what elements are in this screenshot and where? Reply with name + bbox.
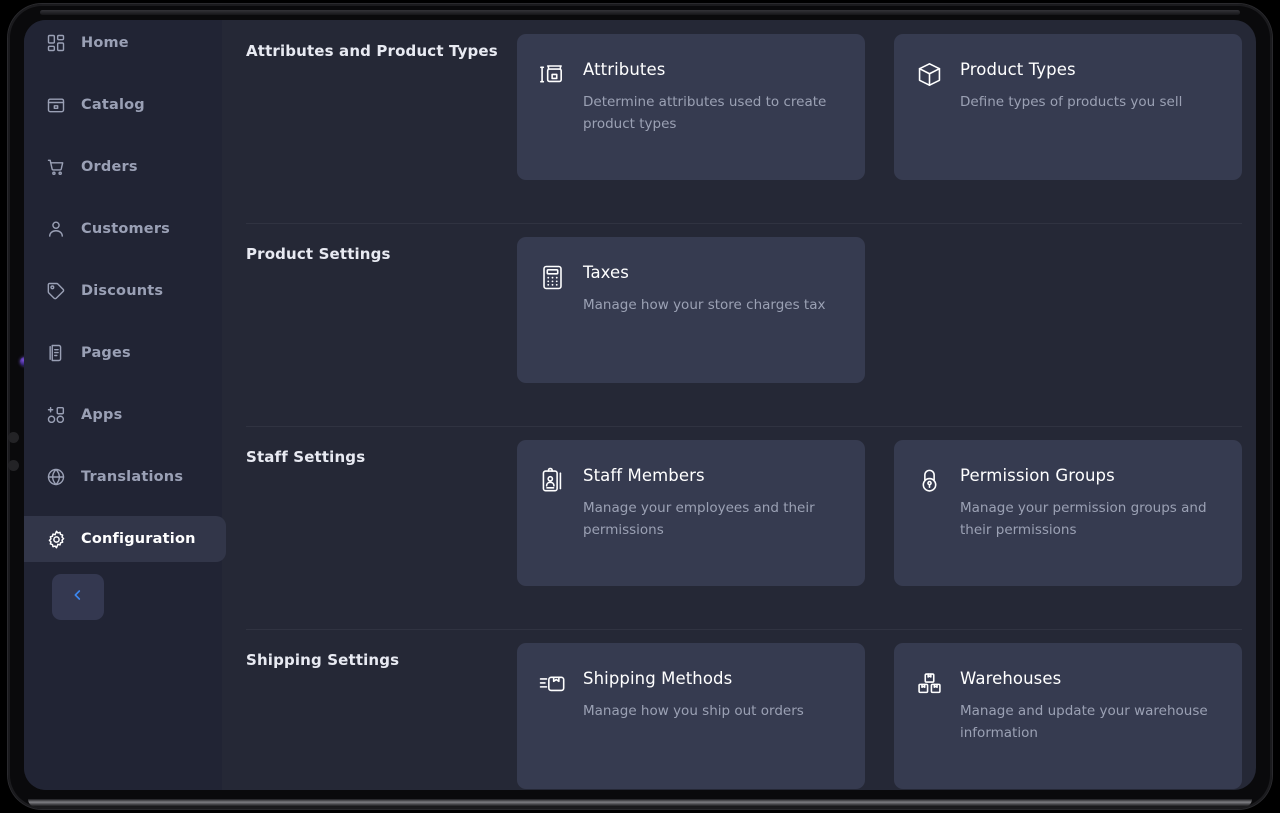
cube-icon [916,61,944,89]
sidebar-item-label: Customers [81,221,171,237]
sidebar-item-label: Orders [81,159,138,175]
settings-card-body: Staff Members Manage your employees and t… [583,466,841,560]
sidebar-item-label: Translations [81,469,184,485]
section-title: Shipping Settings [246,651,400,669]
settings-card-description: Manage how your store charges tax [583,297,826,313]
globe-icon [45,466,67,488]
settings-card-body: Permission Groups Manage your permission … [960,466,1218,560]
settings-card-body: Attributes Determine attributes used to c… [583,60,841,154]
settings-card-shipping-methods[interactable]: Shipping Methods Manage how you ship out … [517,643,865,789]
settings-section: Product Settings Taxes Manage how your st… [222,223,1256,426]
settings-section: Staff Settings Staff Members Manage your … [222,426,1256,629]
settings-section: Shipping Settings Shipping Methods Manage… [222,629,1256,790]
settings-card-title: Staff Members [583,466,705,485]
settings-card-body: Shipping Methods Manage how you ship out … [583,669,841,763]
settings-card-title: Shipping Methods [583,669,733,688]
sidebar-collapse-button[interactable] [52,574,104,620]
tag-icon [45,280,67,302]
section-title: Product Settings [246,245,391,263]
chevron-left-icon [70,587,86,607]
sidebar-item-label: Pages [81,345,131,361]
person-icon [45,218,67,240]
settings-card-body: Warehouses Manage and update your warehou… [960,669,1218,763]
settings-card-body: Product Types Define types of products yo… [960,60,1218,154]
settings-card-grid: Staff Members Manage your employees and t… [517,426,1242,600]
settings-card-description: Manage your employees and their permissi… [583,500,815,538]
attributes-icon [539,61,567,89]
sidebar: Home Catalog Orders Customers Discounts … [24,20,226,790]
gear-icon [45,528,67,550]
sidebar-item-label: Apps [81,407,123,423]
bezel-top-highlight [40,10,1240,15]
dashboard-icon [45,32,67,54]
device-side-button-up[interactable] [8,432,19,443]
catalog-box-icon [45,94,67,116]
padlock-icon [916,467,944,495]
settings-card-title: Permission Groups [960,466,1115,485]
section-title: Attributes and Product Types [246,42,498,60]
shopping-cart-icon [45,156,67,178]
settings-card-description: Determine attributes used to create prod… [583,94,827,132]
sidebar-item-label: Configuration [81,531,196,547]
section-title: Staff Settings [246,448,366,466]
shipping-package-icon [539,670,567,698]
sidebar-item-customers[interactable]: Customers [24,206,222,252]
settings-card-title: Warehouses [960,669,1062,688]
settings-card-grid: Attributes Determine attributes used to c… [517,20,1242,194]
settings-card-permission-groups[interactable]: Permission Groups Manage your permission … [894,440,1242,586]
settings-card-description: Manage how you ship out orders [583,703,804,719]
sidebar-item-configuration[interactable]: Configuration [24,516,226,562]
settings-card-title: Attributes [583,60,666,79]
settings-card-title: Taxes [583,263,629,282]
sidebar-item-orders[interactable]: Orders [24,144,222,190]
settings-card-title: Product Types [960,60,1076,79]
warehouse-boxes-icon [916,670,944,698]
id-badge-icon [539,467,567,495]
sidebar-item-pages[interactable]: Pages [24,330,222,376]
sidebar-item-label: Catalog [81,97,145,113]
sidebar-item-catalog[interactable]: Catalog [24,82,222,128]
sidebar-item-home[interactable]: Home [24,20,222,66]
settings-card-grid: Taxes Manage how your store charges tax [517,223,1242,397]
device-side-button-down[interactable] [8,460,19,471]
settings-card-description: Manage your permission groups and their … [960,500,1207,538]
bezel-bottom-trim [28,799,1252,807]
apps-plus-icon [45,404,67,426]
settings-card-taxes[interactable]: Taxes Manage how your store charges tax [517,237,865,383]
configuration-main: Attributes and Product Types Attributes D… [222,20,1256,790]
sidebar-nav: Home Catalog Orders Customers Discounts … [24,20,226,578]
sidebar-item-label: Discounts [81,283,164,299]
settings-card-warehouses[interactable]: Warehouses Manage and update your warehou… [894,643,1242,789]
settings-card-attributes[interactable]: Attributes Determine attributes used to c… [517,34,865,180]
settings-card-description: Define types of products you sell [960,94,1183,110]
settings-card-staff-members[interactable]: Staff Members Manage your employees and t… [517,440,865,586]
settings-card-body: Taxes Manage how your store charges tax [583,263,841,357]
settings-card-description: Manage and update your warehouse informa… [960,703,1208,741]
app-screen: Home Catalog Orders Customers Discounts … [24,20,1256,790]
settings-card-product-types[interactable]: Product Types Define types of products yo… [894,34,1242,180]
calculator-icon [539,264,567,292]
tablet-device-frame: Home Catalog Orders Customers Discounts … [0,0,1280,813]
sidebar-item-apps[interactable]: Apps [24,392,222,438]
sidebar-item-translations[interactable]: Translations [24,454,222,500]
settings-card-grid: Shipping Methods Manage how you ship out … [517,629,1242,790]
sidebar-item-discounts[interactable]: Discounts [24,268,222,314]
sidebar-item-label: Home [81,35,129,51]
document-icon [45,342,67,364]
settings-card-placeholder [894,237,1242,383]
settings-section: Attributes and Product Types Attributes D… [222,20,1256,223]
